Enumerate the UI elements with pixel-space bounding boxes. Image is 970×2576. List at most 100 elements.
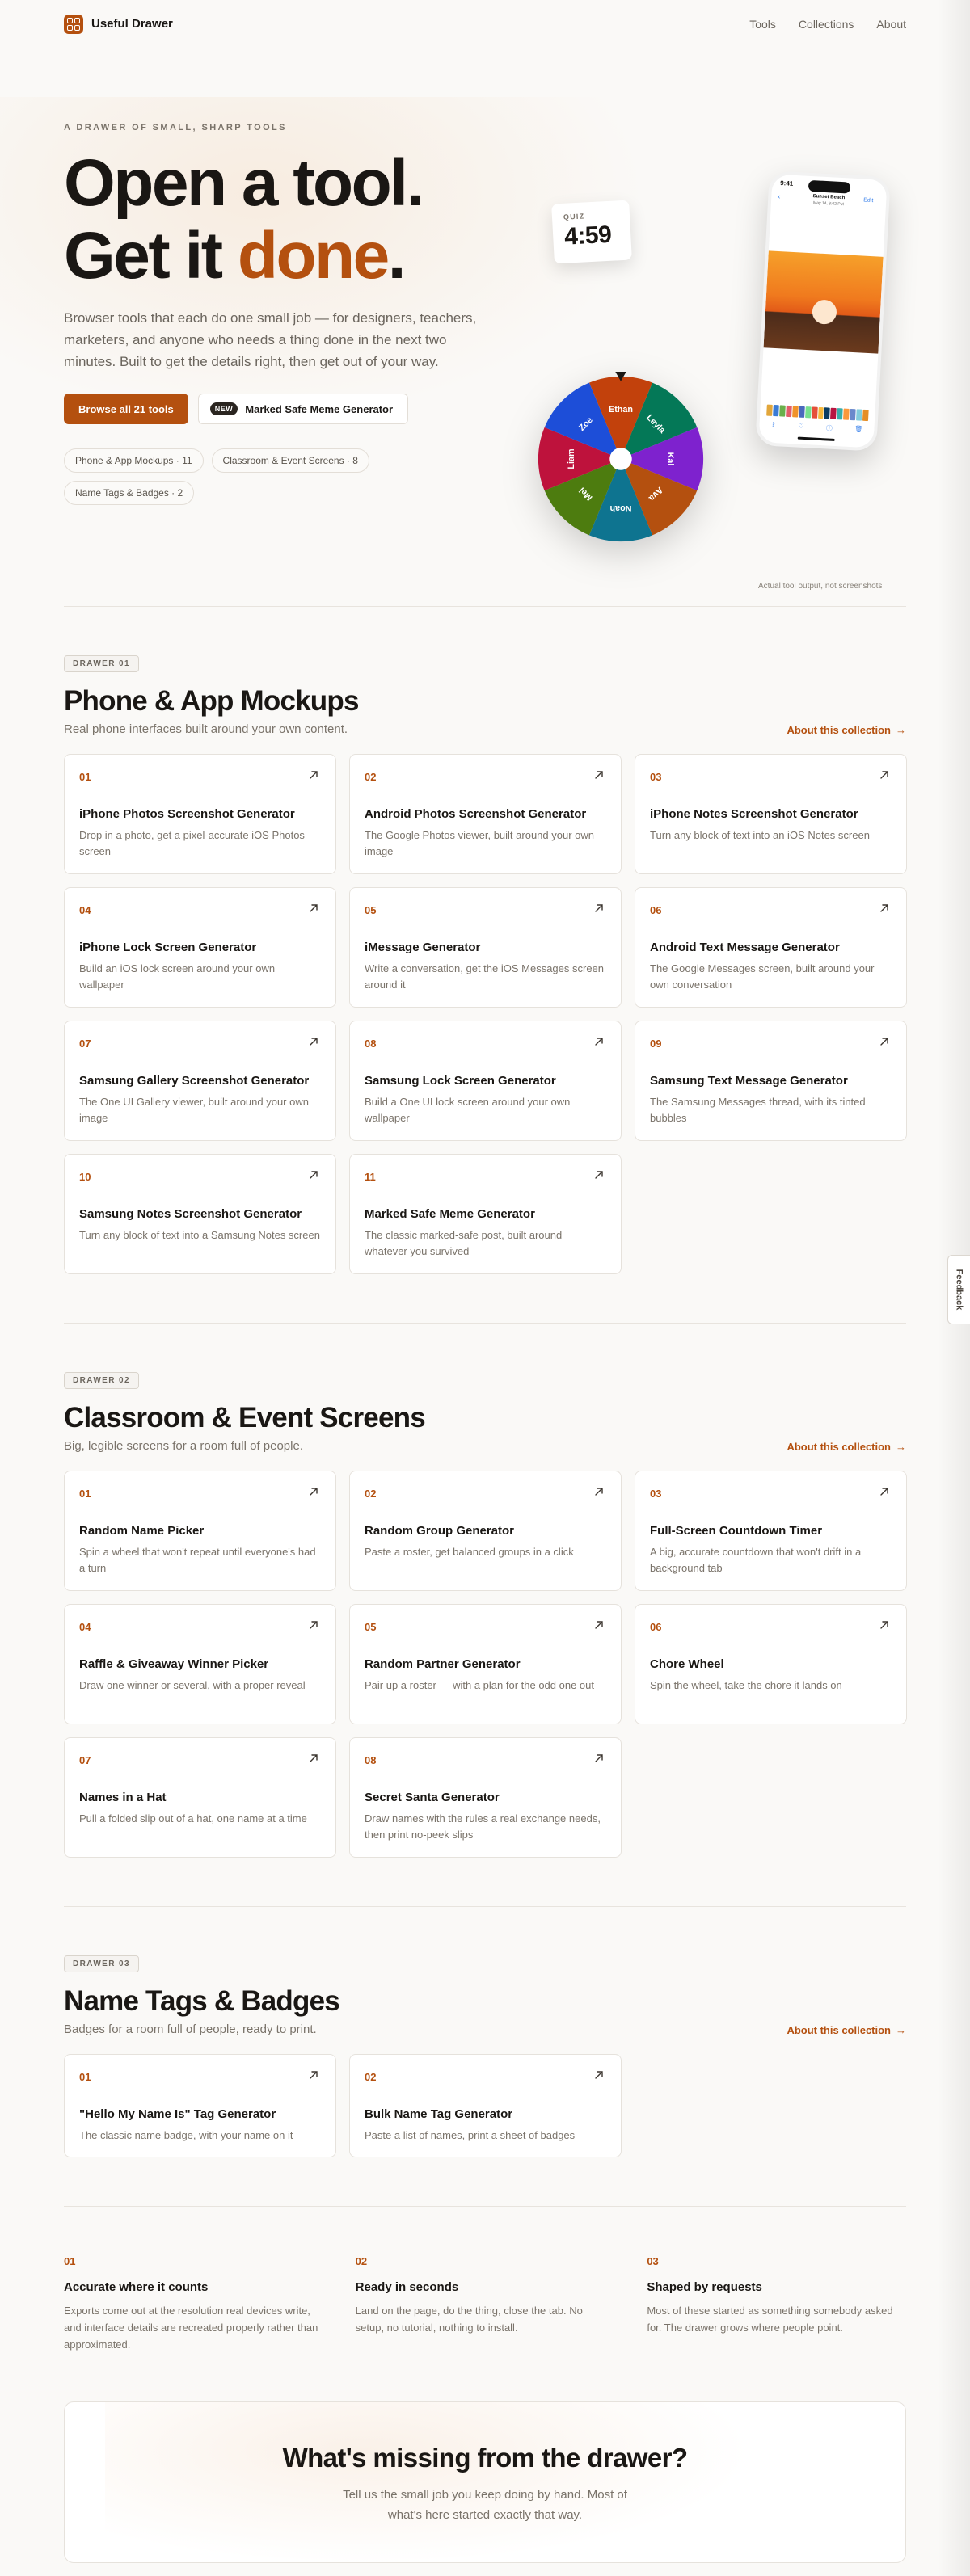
tool-description: Write a conversation, get the iOS Messag… — [365, 962, 605, 991]
tool-description: Pair up a roster — with a plan for the o… — [365, 1679, 595, 1691]
arrow-up-right-icon — [310, 1621, 318, 1629]
about-collection-link[interactable]: About this collection → — [787, 2024, 906, 2036]
tool-card[interactable]: 06 Chore Wheel Spin the wheel, take the ch… — [635, 1604, 907, 1724]
tool-title: Bulk Name Tag Generator — [365, 2107, 513, 2121]
nav-link-about[interactable]: About — [876, 18, 906, 31]
arrow-up-right-icon — [310, 2071, 318, 2079]
arrow-up-right-icon — [880, 1488, 888, 1496]
tool-title: Samsung Text Message Generator — [650, 1074, 848, 1088]
nav-link-tools[interactable]: Tools — [749, 18, 776, 31]
tool-number: 09 — [650, 1038, 662, 1050]
tool-title: Chore Wheel — [650, 1657, 724, 1671]
tool-description: The Samsung Messages thread, with its ti… — [650, 1096, 866, 1124]
arrow-up-right-icon — [595, 904, 603, 912]
collection-subtitle: Real phone interfaces built around your … — [64, 722, 348, 736]
feature-description: Exports come out at the resolution real … — [64, 2305, 318, 2351]
feature-item: 03 Shaped by requests Most of these star… — [647, 2255, 906, 2353]
tool-card[interactable]: 03 iPhone Notes Screenshot Generator Turn … — [635, 754, 907, 874]
tool-title: Marked Safe Meme Generator — [365, 1207, 535, 1221]
brand-logo[interactable]: Useful Drawer — [64, 14, 173, 34]
tool-card[interactable]: 07 Names in a Hat Pull a folded slip out o… — [64, 1737, 336, 1858]
tool-title: Samsung Gallery Screenshot Generator — [79, 1074, 310, 1088]
drawer-tag: DRAWER 02 — [64, 1372, 139, 1389]
feedback-tab[interactable]: Feedback — [947, 1255, 970, 1324]
arrow-up-right-icon — [595, 2071, 603, 2079]
feature-number: 03 — [647, 2255, 659, 2267]
tool-title: Random Name Picker — [79, 1524, 205, 1538]
featured-tool-button[interactable]: NEW Marked Safe Meme Generator — [197, 394, 409, 424]
wheel-name-label: Ethan — [609, 405, 633, 415]
tool-number: 02 — [365, 771, 377, 783]
tool-description: Pull a folded slip out of a hat, one nam… — [79, 1812, 307, 1825]
tool-card[interactable]: 03 Full-Screen Countdown Timer A big, accu… — [635, 1471, 907, 1591]
wheel-name-label: Noah — [610, 503, 632, 513]
tool-card[interactable]: 02 Bulk Name Tag Generator Paste a list of… — [349, 2054, 622, 2157]
tool-card[interactable]: 05 Random Partner Generator Pair up a rost… — [349, 1604, 622, 1724]
tool-card[interactable]: 06 Android Text Message Generator The Goog… — [635, 887, 907, 1008]
tool-card[interactable]: 07 Samsung Gallery Screenshot Generator Th… — [64, 1021, 336, 1141]
tool-number: 11 — [365, 1171, 376, 1183]
arrow-up-right-icon — [595, 1038, 603, 1046]
artwork-caption: Actual tool output, not screenshots — [758, 582, 883, 591]
phone-edit-label: Edit — [862, 197, 874, 204]
tool-card[interactable]: 01 iPhone Photos Screenshot Generator Drop… — [64, 754, 336, 874]
tool-card[interactable]: 01 "Hello My Name Is" Tag Generator The cl… — [64, 2054, 336, 2157]
arrow-up-right-icon — [595, 1754, 603, 1762]
pill-classroom-screens[interactable]: Classroom & Event Screens · 8 — [211, 448, 369, 473]
phone-toolbar: ⇪ ♡ ⓘ 🗑 — [770, 421, 862, 435]
wheel-hub — [609, 448, 632, 470]
phone-mockup: 9:41 ‹ Sunset Beach May 14, 8:02 PM Edit… — [755, 170, 891, 452]
collection-title: Name Tags & Badges — [64, 1985, 340, 2017]
tool-number: 08 — [365, 1754, 377, 1766]
tool-description: Draw names with the rules a real exchang… — [365, 1812, 601, 1841]
tool-card[interactable]: 04 Raffle & Giveaway Winner Picker Draw on… — [64, 1604, 336, 1724]
about-collection-label: About this collection — [787, 724, 891, 736]
tool-card[interactable]: 10 Samsung Notes Screenshot Generator Turn… — [64, 1154, 336, 1274]
tool-card[interactable]: 08 Samsung Lock Screen Generator Build a O… — [349, 1021, 622, 1141]
hero-title-line2-start: Get it — [64, 219, 238, 293]
feedback-label: Feedback — [954, 1269, 964, 1311]
info-icon: ⓘ — [825, 424, 833, 432]
tool-card[interactable]: 01 Random Name Picker Spin a wheel that wo… — [64, 1471, 336, 1591]
cta-title: What's missing from the drawer? — [282, 2443, 688, 2473]
tool-card[interactable]: 05 iMessage Generator Write a conversation… — [349, 887, 622, 1008]
tool-description: Turn any block of text into an iOS Notes… — [650, 829, 870, 841]
about-collection-link[interactable]: About this collection → — [787, 1441, 906, 1453]
tool-description: Drop in a photo, get a pixel-accurate iO… — [79, 829, 305, 857]
tool-card[interactable]: 04 iPhone Lock Screen Generator Build an i… — [64, 887, 336, 1008]
tool-number: 01 — [79, 1488, 91, 1500]
browse-all-tools-button[interactable]: Browse all 21 tools — [64, 394, 188, 424]
phone-notch — [808, 179, 851, 194]
tool-card[interactable]: 02 Android Photos Screenshot Generator The… — [349, 754, 622, 874]
name-wheel: EthanLeylaKaiAvaNoahMeiLiamZoe — [538, 372, 704, 542]
main-nav: Tools Collections About — [749, 18, 906, 31]
brand-name: Useful Drawer — [91, 17, 173, 31]
arrow-up-right-icon — [310, 1488, 318, 1496]
about-collection-label: About this collection — [787, 2024, 891, 2036]
pill-phone-mockups[interactable]: Phone & App Mockups · 11 — [64, 448, 204, 473]
tool-title: Names in a Hat — [79, 1791, 167, 1804]
tool-description: The One UI Gallery viewer, built around … — [79, 1096, 309, 1124]
nav-link-collections[interactable]: Collections — [799, 18, 854, 31]
tool-card[interactable]: 09 Samsung Text Message Generator The Sams… — [635, 1021, 907, 1141]
arrow-up-right-icon — [310, 1171, 318, 1179]
tool-card[interactable]: 08 Secret Santa Generator Draw names with … — [349, 1737, 622, 1858]
arrow-up-right-icon — [595, 1171, 603, 1179]
tool-title: Android Text Message Generator — [650, 941, 840, 954]
pill-name-tags[interactable]: Name Tags & Badges · 2 — [64, 481, 195, 505]
tool-title: iPhone Notes Screenshot Generator — [650, 807, 858, 821]
arrow-right-icon: → — [896, 2024, 906, 2036]
tool-title: iPhone Lock Screen Generator — [79, 941, 257, 954]
tool-card[interactable]: 02 Random Group Generator Paste a roster, … — [349, 1471, 622, 1591]
tool-description: The Google Messages screen, built around… — [650, 962, 875, 991]
about-collection-link[interactable]: About this collection → — [787, 724, 906, 736]
tool-card[interactable]: 11 Marked Safe Meme Generator The classic … — [349, 1154, 622, 1274]
hero-title-line2-end: . — [387, 219, 407, 293]
features-section: 01 Accurate where it counts Exports come… — [0, 2207, 970, 2401]
tool-number: 01 — [79, 771, 91, 783]
quiz-label: QUIZ — [563, 212, 585, 221]
site-header: Useful Drawer Tools Collections About — [0, 0, 970, 48]
thumbnail-strip — [766, 404, 869, 422]
feature-item: 02 Ready in seconds Land on the page, do… — [356, 2255, 615, 2353]
tool-description: The classic marked-safe post, built arou… — [365, 1229, 563, 1257]
